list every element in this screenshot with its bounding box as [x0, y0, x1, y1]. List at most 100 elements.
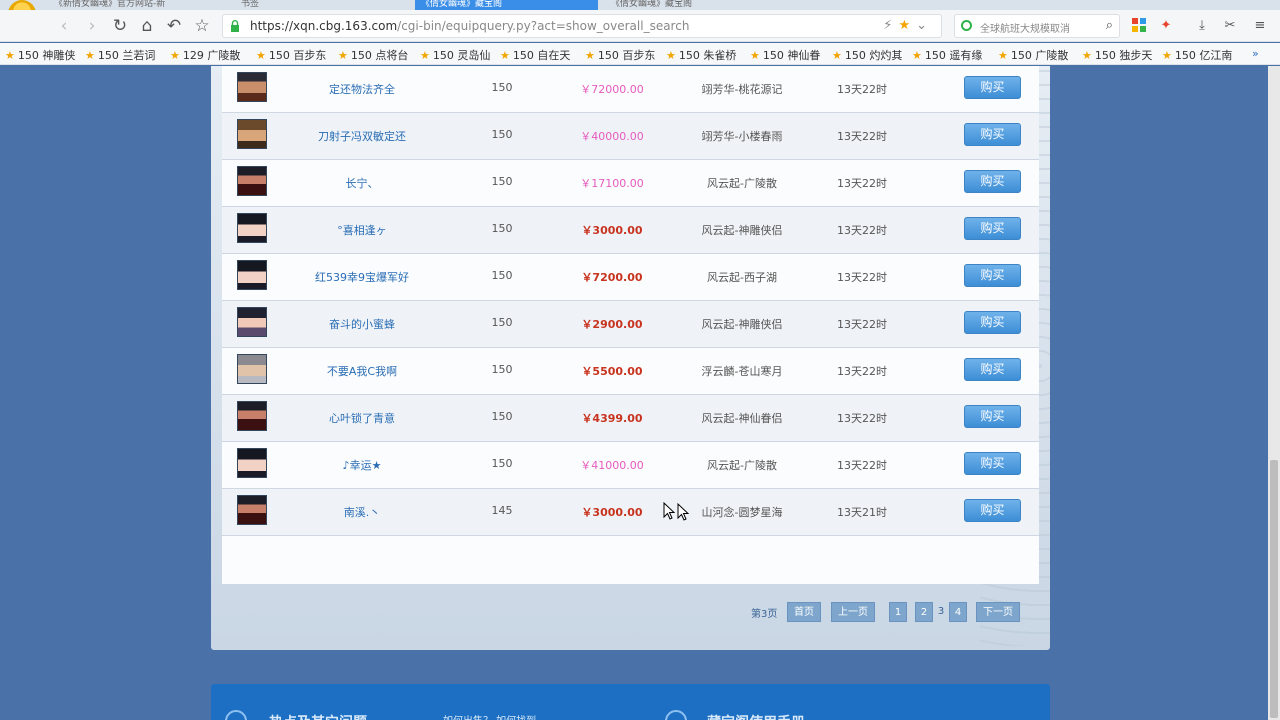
page-1-button[interactable]: 1: [889, 602, 907, 622]
forward-icon[interactable]: ›: [80, 14, 104, 38]
bookmark-item[interactable]: ★ 150 自在天: [500, 47, 572, 63]
browser-tab[interactable]: 书签: [235, 0, 385, 10]
character-name-link[interactable]: °喜相逢ヶ: [302, 222, 422, 238]
character-name-link[interactable]: ♪幸运★: [302, 457, 422, 473]
scissors-icon[interactable]: ✂: [1222, 18, 1238, 34]
buy-button[interactable]: 购买: [964, 452, 1021, 475]
bookmark-item[interactable]: ★ 150 灵岛仙: [420, 47, 492, 63]
browser-tab[interactable]: 《新倩女幽魂》官方网站-新: [48, 0, 198, 10]
character-avatar[interactable]: [237, 213, 267, 243]
server-name: 风云起-神雕侠侣: [701, 318, 783, 331]
time-left: 13天22时: [837, 365, 887, 378]
favorite-star-icon[interactable]: ★: [898, 18, 916, 33]
prev-page-button[interactable]: 上一页: [831, 602, 875, 622]
character-level: 150: [491, 128, 513, 141]
buy-button[interactable]: 购买: [964, 499, 1021, 522]
page-scrollbar[interactable]: [1268, 66, 1280, 720]
character-avatar[interactable]: [237, 260, 267, 290]
character-level: 150: [491, 316, 513, 329]
bookmark-star-icon[interactable]: ☆: [190, 14, 214, 38]
buy-button[interactable]: 购买: [964, 311, 1021, 334]
undo-icon[interactable]: ↶: [162, 14, 186, 38]
time-left: 13天22时: [837, 459, 887, 472]
character-name-link[interactable]: 定还物法齐全: [302, 81, 422, 97]
help-section-title: 热点及其它问题: [269, 712, 367, 720]
price: ￥41000.00: [580, 459, 644, 472]
character-avatar[interactable]: [237, 448, 267, 478]
help-links[interactable]: 如何出售？ 如何找到…: [443, 712, 546, 720]
help-icon: [225, 710, 247, 720]
table-row: 定还物法齐全 150 ￥72000.00 翊芳华-桃花源记 13天22时 购买: [222, 66, 1039, 113]
search-box[interactable]: 全球航班大规模取消 ⌕: [954, 14, 1120, 38]
bookmark-item[interactable]: ★ 150 百步东: [585, 47, 657, 63]
character-name-link[interactable]: 不要A我C我啊: [302, 363, 422, 379]
character-name-link[interactable]: 刀射子冯双敏定还: [302, 128, 422, 144]
character-avatar[interactable]: [237, 354, 267, 384]
table-row: 不要A我C我啊 150 ￥5500.00 浮云麟-苍山寒月 13天22时 购买: [222, 348, 1039, 395]
character-avatar[interactable]: [237, 72, 267, 102]
character-name-link[interactable]: 长宁、: [302, 175, 422, 191]
character-name-link[interactable]: 南溪.丶: [302, 504, 422, 520]
bookmark-item[interactable]: ★ 150 点将台: [338, 47, 410, 63]
bookmark-item[interactable]: ★ 150 独步天: [1082, 47, 1154, 63]
search-suggestion: 全球航班大规模取消: [980, 24, 1070, 35]
reload-icon[interactable]: ↻: [108, 14, 132, 38]
buy-button[interactable]: 购买: [964, 170, 1021, 193]
address-bar[interactable]: https://xqn.cbg.163.com/cgi-bin/equipque…: [222, 14, 942, 38]
bookmark-item[interactable]: ★ 150 百步东: [256, 47, 326, 63]
character-avatar[interactable]: [237, 119, 267, 149]
server-name: 风云起-广陵散: [707, 177, 777, 190]
character-avatar[interactable]: [237, 307, 267, 337]
character-name-link[interactable]: 奋斗的小蜜蜂: [302, 316, 422, 332]
buy-button[interactable]: 购买: [964, 217, 1021, 240]
time-left: 13天22时: [837, 412, 887, 425]
listing-panel: 定还物法齐全 150 ￥72000.00 翊芳华-桃花源记 13天22时 购买刀射子冯双敏…: [211, 66, 1050, 650]
character-avatar[interactable]: [237, 495, 267, 525]
buy-button[interactable]: 购买: [964, 358, 1021, 381]
buy-button[interactable]: 购买: [964, 123, 1021, 146]
browser-tab[interactable]: 《倩女幽魂》藏宝阁: [605, 0, 775, 10]
table-row: 刀射子冯双敏定还 150 ￥40000.00 翊芳华-小楼春雨 13天22时 购买: [222, 113, 1039, 160]
page-4-button[interactable]: 4: [949, 602, 967, 622]
server-name: 翊芳华-小楼春雨: [701, 130, 783, 143]
character-level: 150: [491, 457, 513, 470]
page-2-button[interactable]: 2: [915, 602, 933, 622]
browser-tab-active[interactable]: 《倩女幽魂》藏宝阁: [415, 0, 598, 10]
character-name-link[interactable]: 心叶锁了青意: [302, 410, 422, 426]
scrollbar-thumb[interactable]: [1270, 460, 1278, 718]
bookmark-item[interactable]: ★ 150 兰若词: [85, 47, 157, 63]
character-avatar[interactable]: [237, 401, 267, 431]
next-page-button[interactable]: 下一页: [976, 602, 1020, 622]
price: ￥3000.00: [581, 224, 643, 237]
bookmark-item[interactable]: ★ 150 遥有缘: [912, 47, 984, 63]
home-icon[interactable]: ⌂: [135, 14, 159, 38]
bookmark-item[interactable]: ★ 150 朱雀桥: [666, 47, 742, 63]
buy-button[interactable]: 购买: [964, 405, 1021, 428]
buy-button[interactable]: 购买: [964, 76, 1021, 99]
bookmark-item[interactable]: ★ 150 灼灼其: [832, 47, 906, 63]
buy-button[interactable]: 购买: [964, 264, 1021, 287]
bookmark-item[interactable]: ★ 150 神雕侠: [5, 47, 77, 63]
price: ￥72000.00: [580, 83, 644, 96]
bookmarks-more-button[interactable]: »: [1252, 47, 1270, 60]
back-icon[interactable]: ‹: [52, 14, 76, 38]
first-page-button[interactable]: 首页: [787, 602, 821, 622]
secure-lock-icon: [231, 20, 239, 32]
character-name-link[interactable]: 红539幸9宝爆军好: [302, 269, 422, 285]
table-row: ♪幸运★ 150 ￥41000.00 风云起-广陵散 13天22时 购买: [222, 442, 1039, 489]
download-icon[interactable]: ⤓: [1194, 18, 1210, 34]
game-icon[interactable]: ✦: [1158, 18, 1174, 34]
character-avatar[interactable]: [237, 166, 267, 196]
apps-grid-icon[interactable]: [1131, 18, 1147, 34]
chevron-down-icon[interactable]: ⌄: [916, 18, 933, 33]
search-icon[interactable]: ⌕: [1106, 18, 1113, 33]
bookmark-item[interactable]: ★ 129 广陵散: [170, 47, 250, 63]
lightning-icon[interactable]: ⚡: [883, 18, 898, 33]
time-left: 13天22时: [837, 318, 887, 331]
equipment-table: 定还物法齐全 150 ￥72000.00 翊芳华-桃花源记 13天22时 购买刀射子冯双敏…: [222, 66, 1039, 584]
bookmark-item[interactable]: ★ 150 神仙眷: [750, 47, 824, 63]
bookmark-item[interactable]: ★ 150 亿江南: [1162, 47, 1234, 63]
bookmark-item[interactable]: ★ 150 广陵散: [998, 47, 1070, 63]
menu-icon[interactable]: ≡: [1252, 18, 1268, 34]
server-name: 风云起-西子湖: [707, 271, 777, 284]
